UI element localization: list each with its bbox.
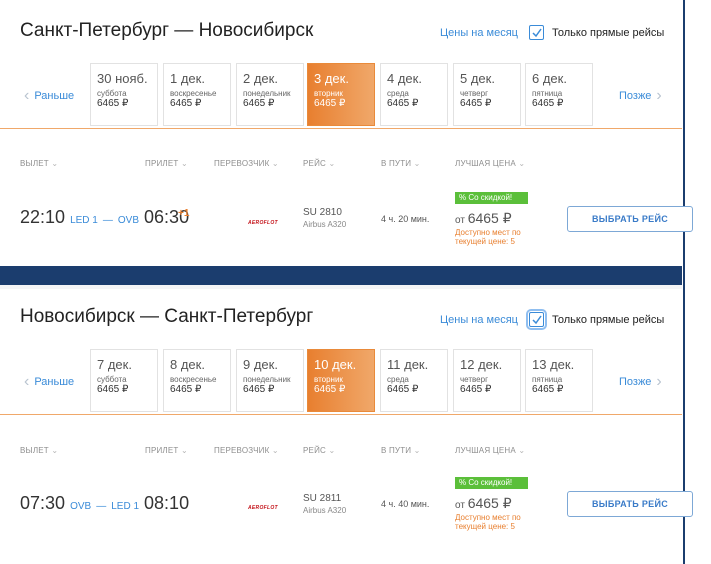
sort-best-price[interactable]: ЛУЧШАЯ ЦЕНА ⌄ — [455, 159, 525, 168]
chevron-right-icon: › — [656, 373, 662, 390]
day-card-selected[interactable]: 3 дек. вторник 6465 ₽ — [307, 63, 375, 126]
arrival-time: 08:10 — [144, 493, 190, 513]
next-days-button[interactable]: Позже › — [619, 88, 667, 104]
select-flight-button[interactable]: ВЫБРАТЬ РЕЙС — [567, 491, 693, 517]
next-label: Позже — [619, 90, 652, 102]
sort-arrive[interactable]: ПРИЛЕТ ⌄ — [145, 159, 188, 168]
day-card[interactable]: 8 дек. воскресенье 6465 ₽ — [163, 349, 231, 412]
flight-duration: 4 ч. 20 мин. — [381, 214, 430, 224]
flight-number: SU 2810 — [303, 207, 342, 218]
month-prices-link[interactable]: Цены на месяц — [440, 27, 518, 39]
day-card[interactable]: 11 дек. среда 6465 ₽ — [380, 349, 448, 412]
discount-badge: % Со скидкой! — [455, 192, 528, 204]
aircraft-type: Airbus A320 — [303, 506, 347, 515]
day-card[interactable]: 6 дек. пятница 6465 ₽ — [525, 63, 593, 126]
day-card[interactable]: 4 дек. среда 6465 ₽ — [380, 63, 448, 126]
sort-flight[interactable]: РЕЙС ⌄ — [303, 159, 335, 168]
price: от 6465 ₽ — [455, 210, 512, 226]
day-card[interactable]: 2 дек. понедельник 6465 ₽ — [236, 63, 304, 126]
day-card[interactable]: 13 дек. пятница 6465 ₽ — [525, 349, 593, 412]
flight-times: 07:30 OVB — LED 1 08:10 — [20, 493, 190, 513]
day-card[interactable]: 12 дек. четверг 6465 ₽ — [453, 349, 521, 412]
prev-label: Раньше — [34, 376, 75, 388]
day-card[interactable]: 5 дек. четверг 6465 ₽ — [453, 63, 521, 126]
select-flight-button[interactable]: ВЫБРАТЬ РЕЙС — [567, 206, 693, 232]
aeroflot-logo: AEROFLOT — [248, 505, 278, 511]
arrival-airport: OVB — [117, 215, 140, 226]
next-days-button[interactable]: Позже › — [619, 374, 667, 390]
flight-number: SU 2811 — [303, 493, 342, 504]
departure-airport: OVB — [70, 501, 92, 512]
direct-only-label: Только прямые рейсы — [552, 314, 665, 326]
leg-panel-outbound: Санкт-Петербург — Новосибирск Цены на ме… — [0, 0, 693, 266]
selected-day-underline — [0, 414, 682, 415]
leg-panel-return: Новосибирск — Санкт-Петербург Цены на ме… — [0, 289, 693, 564]
day-card[interactable]: 9 дек. понедельник 6465 ₽ — [236, 349, 304, 412]
seats-available: Доступно мест по текущей цене: 5 — [455, 513, 521, 531]
prev-label: Раньше — [34, 90, 75, 102]
direct-only-label: Только прямые рейсы — [552, 27, 665, 39]
sort-arrive[interactable]: ПРИЛЕТ ⌄ — [145, 446, 188, 455]
aircraft-type: Airbus A320 — [303, 220, 347, 229]
checkmark-icon — [532, 315, 542, 325]
sort-carrier[interactable]: ПЕРЕВОЗЧИК ⌄ — [214, 159, 279, 168]
sort-duration[interactable]: В ПУТИ ⌄ — [381, 159, 421, 168]
departure-airport: LED 1 — [70, 215, 98, 226]
departure-time: 22:10 — [20, 207, 66, 227]
chevron-left-icon: ‹ — [24, 373, 30, 390]
sort-flight[interactable]: РЕЙС ⌄ — [303, 446, 335, 455]
prev-days-button[interactable]: ‹ Раньше — [19, 88, 74, 104]
chevron-left-icon: ‹ — [24, 87, 30, 104]
flight-duration: 4 ч. 40 мин. — [381, 499, 430, 509]
checkmark-icon — [532, 28, 542, 38]
month-prices-link[interactable]: Цены на месяц — [440, 314, 518, 326]
direct-only-checkbox[interactable] — [529, 25, 544, 40]
right-edge — [682, 0, 711, 564]
route-title: Санкт-Петербург — Новосибирск — [20, 20, 314, 41]
prev-days-button[interactable]: ‹ Раньше — [19, 374, 74, 390]
day-card[interactable]: 7 дек. суббота 6465 ₽ — [90, 349, 158, 412]
arrival-airport: LED 1 — [111, 501, 140, 512]
sort-depart[interactable]: ВЫЛЕТ ⌄ — [20, 446, 58, 455]
selected-day-underline — [0, 128, 682, 129]
day-shift: +1 — [178, 208, 190, 219]
departure-time: 07:30 — [20, 493, 66, 513]
discount-badge: % Со скидкой! — [455, 477, 528, 489]
route-title: Новосибирск — Санкт-Петербург — [20, 306, 314, 327]
chevron-right-icon: › — [656, 87, 662, 104]
seats-available: Доступно мест по текущей цене: 5 — [455, 228, 521, 246]
day-card[interactable]: 30 нояб. суббота 6465 ₽ — [90, 63, 158, 126]
day-card-selected[interactable]: 10 дек. вторник 6465 ₽ — [307, 349, 375, 412]
direct-only-checkbox[interactable] — [526, 309, 547, 330]
price: от 6465 ₽ — [455, 495, 512, 511]
sort-best-price[interactable]: ЛУЧШАЯ ЦЕНА ⌄ — [455, 446, 525, 455]
flight-times: 22:10 LED 1 — OVB 06:30 — [20, 207, 190, 227]
aeroflot-logo: AEROFLOT — [248, 220, 278, 226]
sort-carrier[interactable]: ПЕРЕВОЗЧИК ⌄ — [214, 446, 279, 455]
sort-duration[interactable]: В ПУТИ ⌄ — [381, 446, 421, 455]
next-label: Позже — [619, 376, 652, 388]
day-card[interactable]: 1 дек. воскресенье 6465 ₽ — [163, 63, 231, 126]
sort-depart[interactable]: ВЫЛЕТ ⌄ — [20, 159, 58, 168]
